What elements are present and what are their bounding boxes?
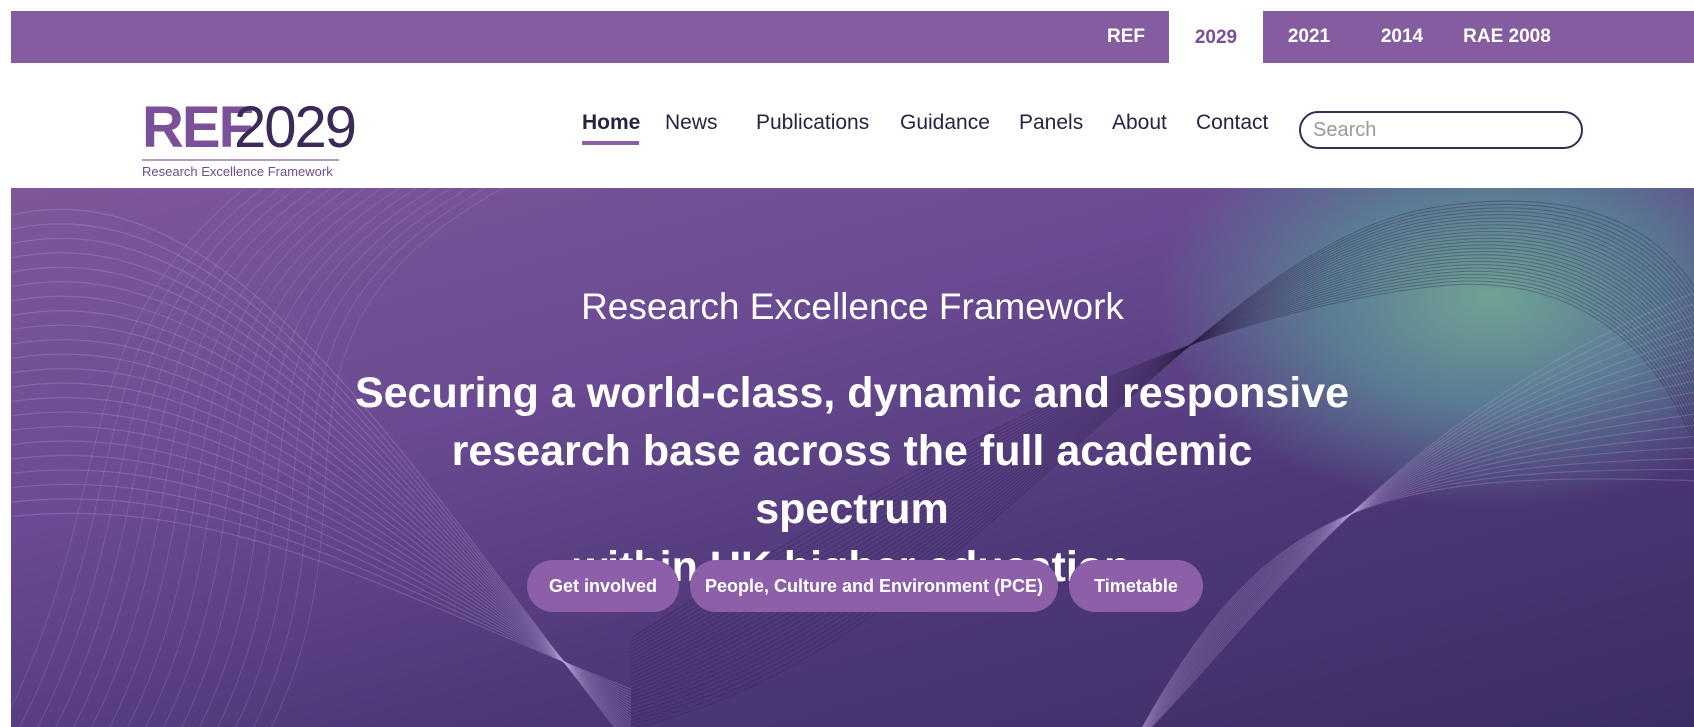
nav-item-publications[interactable]: Publications — [756, 111, 869, 135]
page: REF 2029 2021 2014 RAE 2008 REF 2029 Res… — [11, 11, 1694, 727]
edition-tabs: REF 2029 2021 2014 RAE 2008 — [1083, 11, 1565, 64]
nav-item-home[interactable]: Home — [582, 111, 640, 135]
nav-item-news[interactable]: News — [665, 111, 718, 135]
logo-tagline: Research Excellence Framework — [142, 164, 333, 179]
tab-ref[interactable]: REF — [1083, 11, 1169, 63]
ref-2029-logo[interactable]: REF 2029 Research Excellence Framework — [142, 99, 372, 183]
hero-button-row: Get involved People, Culture and Environ… — [11, 560, 1694, 612]
nav-item-about[interactable]: About — [1112, 111, 1167, 135]
timetable-button[interactable]: Timetable — [1069, 560, 1203, 612]
tab-2014[interactable]: 2014 — [1355, 11, 1449, 63]
logo-divider — [142, 159, 339, 161]
pce-button[interactable]: People, Culture and Environment (PCE) — [690, 560, 1058, 612]
nav-item-guidance[interactable]: Guidance — [900, 111, 990, 135]
headline-line-2: research base across the full academic s… — [451, 427, 1253, 533]
site-header: REF 2029 Research Excellence Framework H… — [11, 63, 1694, 188]
nav-active-underline — [582, 141, 639, 145]
nav-item-contact[interactable]: Contact — [1196, 111, 1268, 135]
hero-banner: Research Excellence Framework Securing a… — [11, 188, 1694, 727]
hero-subtitle: Research Excellence Framework — [581, 286, 1124, 327]
search-input[interactable] — [1299, 111, 1583, 149]
logo-year-text: 2029 — [234, 95, 357, 160]
nav-item-panels[interactable]: Panels — [1019, 111, 1083, 135]
get-involved-button[interactable]: Get involved — [527, 560, 679, 612]
headline-line-1: Securing a world-class, dynamic and resp… — [354, 369, 1350, 417]
tab-2029[interactable]: 2029 — [1169, 11, 1263, 64]
top-utility-bar: REF 2029 2021 2014 RAE 2008 — [11, 11, 1694, 64]
tab-2021[interactable]: 2021 — [1263, 11, 1355, 63]
tab-rae-2008[interactable]: RAE 2008 — [1449, 11, 1565, 63]
